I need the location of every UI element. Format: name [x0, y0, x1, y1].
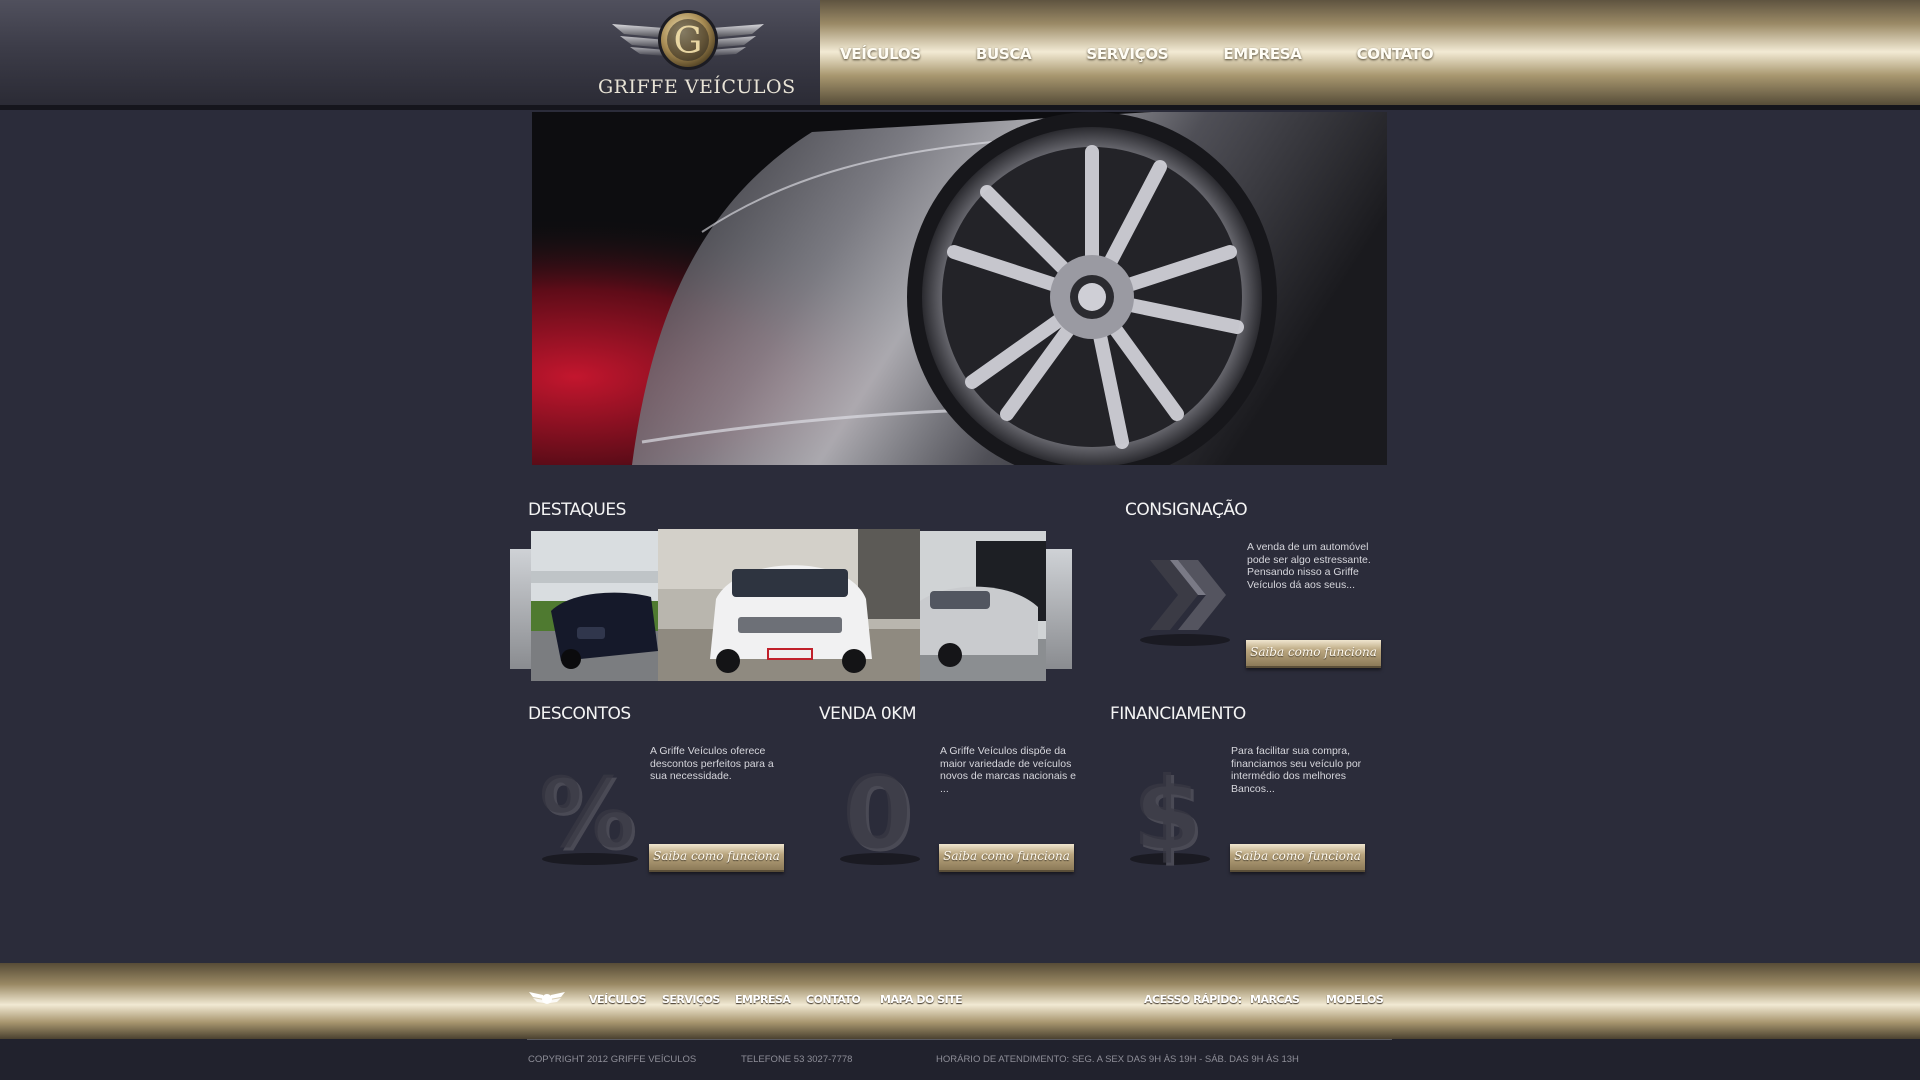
svg-text:$: $: [1132, 755, 1202, 869]
nav-busca[interactable]: BUSCA: [956, 45, 1052, 63]
footer-nav-empresa[interactable]: EMPRESA: [735, 993, 791, 1006]
descontos-text: A Griffe Veículos oferece descontos perf…: [650, 745, 774, 782]
section-title-destaques: DESTAQUES: [528, 500, 626, 520]
section-title-financiamento: FINANCIAMENTO: [1110, 704, 1246, 724]
svg-text:0: 0: [842, 754, 912, 869]
svg-text:%: %: [539, 757, 635, 869]
logo-letter: G: [674, 21, 703, 62]
chevrons-icon: [1130, 540, 1240, 650]
nav-contato[interactable]: CONTATO: [1337, 45, 1454, 63]
section-title-venda0km: VENDA 0KM: [819, 704, 917, 724]
footer-wing-logo-icon[interactable]: [527, 986, 567, 1010]
footer-divider: [527, 1039, 1392, 1040]
hero-banner: [532, 112, 1387, 465]
venda0km-saiba-button[interactable]: Saiba como funciona: [939, 844, 1074, 872]
footer-nav-mapa-do-site[interactable]: MAPA DO SITE: [880, 993, 963, 1006]
section-title-descontos: DESCONTOS: [528, 704, 631, 724]
featured-car-1[interactable]: [531, 531, 658, 681]
nav-empresa[interactable]: EMPRESA: [1203, 45, 1321, 63]
carousel-thumb-left-edge[interactable]: [510, 549, 532, 669]
financiamento-saiba-button[interactable]: Saiba como funciona: [1230, 844, 1365, 872]
footer-quick-access-label: ACESSO RÁPIDO:: [1144, 993, 1242, 1006]
footer-nav-veiculos[interactable]: VEÍCULOS: [589, 993, 647, 1006]
site-header: G GRIFFE VEÍCULOS VEÍCULOS BUSCA SERVIÇO…: [0, 0, 1920, 110]
venda0km-text: A Griffe Veículos dispõe da maior varied…: [940, 745, 1076, 795]
footer-hours: HORÁRIO DE ATENDIMENTO: SEG. A SEX DAS 9…: [936, 1054, 1299, 1065]
footer-nav-servicos[interactable]: SERVIÇOS: [662, 993, 720, 1006]
nav-veiculos[interactable]: VEÍCULOS: [820, 45, 941, 63]
financiamento-text: Para facilitar sua compra, financiamos s…: [1231, 745, 1362, 795]
descontos-saiba-button[interactable]: Saiba como funciona: [649, 844, 784, 872]
featured-car-3[interactable]: [920, 531, 1046, 681]
footer-quick-modelos[interactable]: MODELOS: [1326, 993, 1384, 1006]
section-title-consignacao: CONSIGNAÇÃO: [1125, 500, 1248, 520]
footer-copyright: COPYRIGHT 2012 GRIFFE VEÍCULOS: [528, 1054, 697, 1065]
footer-quick-marcas[interactable]: MARCAS: [1250, 993, 1300, 1006]
winged-logo-icon: G: [612, 10, 764, 70]
featured-car-2[interactable]: [658, 529, 920, 681]
consignacao-saiba-button[interactable]: Saiba como funciona: [1246, 640, 1381, 668]
brand-name: GRIFFE VEÍCULOS: [598, 76, 796, 98]
site-logo[interactable]: G GRIFFE VEÍCULOS: [598, 4, 796, 104]
footer-nav-contato[interactable]: CONTATO: [806, 993, 861, 1006]
dollar-icon: $ $: [1110, 747, 1230, 875]
zero-icon: 0 0: [820, 747, 940, 874]
main-nav: VEÍCULOS BUSCA SERVIÇOS EMPRESA CONTATO: [820, 0, 1468, 108]
footer-phone: TELEFONE 53 3027-7778: [741, 1054, 853, 1065]
nav-servicos[interactable]: SERVIÇOS: [1066, 45, 1188, 63]
car-wheel-image: [532, 112, 1387, 465]
consignacao-text: A venda de um automóvel pode ser algo es…: [1247, 541, 1371, 591]
carousel-thumb-right-edge[interactable]: [1046, 549, 1072, 669]
percent-icon: % %: [530, 747, 650, 872]
